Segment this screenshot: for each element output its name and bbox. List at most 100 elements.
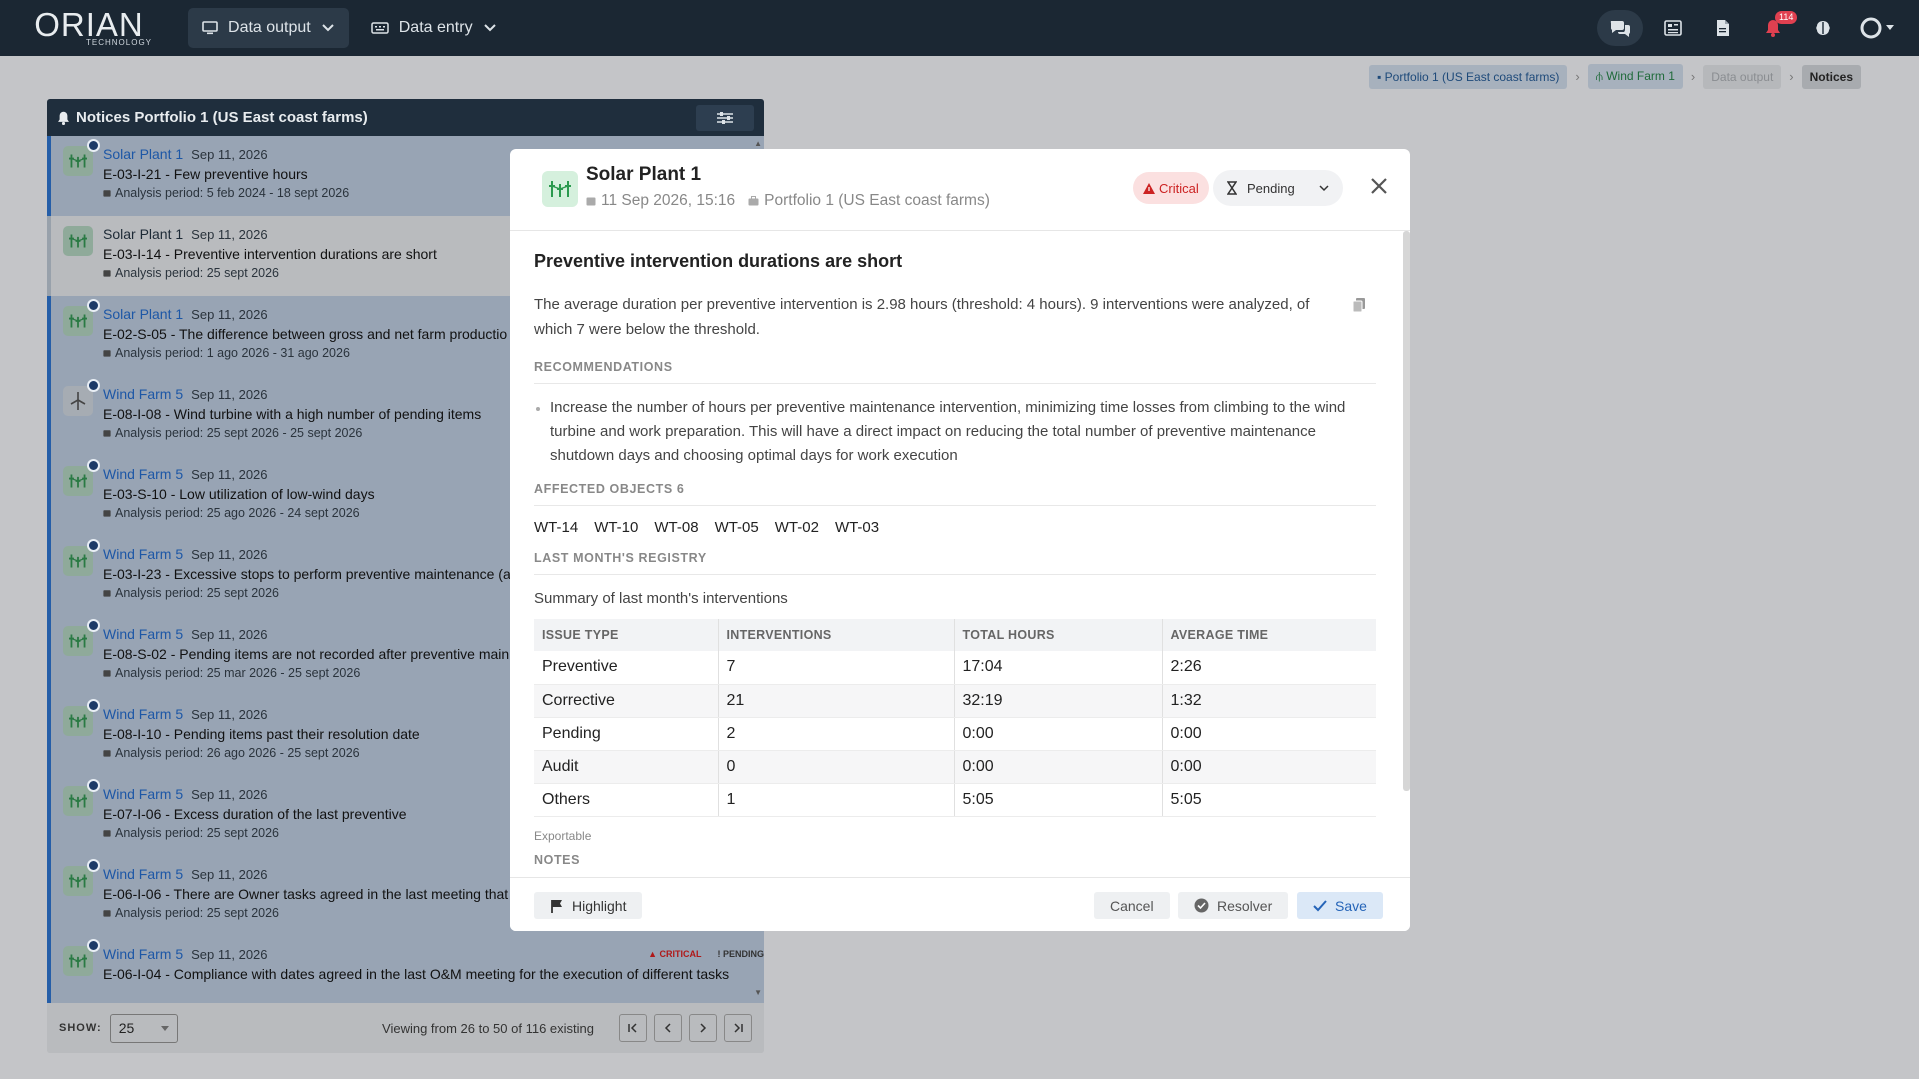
chevron-down-icon — [1319, 184, 1329, 191]
calendar-icon — [103, 909, 111, 917]
notice-asset-name[interactable]: Wind Farm 5 — [103, 546, 183, 562]
table-cell: Corrective — [534, 684, 719, 718]
table-cell: 0:00 — [954, 717, 1163, 751]
affected-objects-label: AFFECTED OBJECTS 6 — [534, 482, 1376, 506]
keyboard-icon — [371, 22, 389, 34]
unread-indicator — [87, 539, 100, 552]
affected-object-tag[interactable]: WT-02 — [775, 519, 819, 536]
notice-asset-name[interactable]: Wind Farm 5 — [103, 786, 183, 802]
calendar-icon — [103, 349, 111, 357]
affected-object-tag[interactable]: WT-08 — [654, 519, 698, 536]
copy-icon[interactable] — [1352, 297, 1366, 313]
table-cell: 1 — [718, 783, 955, 817]
report-icon[interactable] — [1653, 10, 1693, 46]
breadcrumb-wind-farm[interactable]: ⫛ Wind Farm 1 — [1587, 64, 1683, 89]
table-cell: Others — [534, 783, 719, 817]
notice-portfolio: Portfolio 1 (US East coast farms) — [764, 192, 990, 209]
breadcrumb-portfolio[interactable]: ▪ Portfolio 1 (US East coast farms) — [1369, 64, 1568, 89]
notice-asset-name[interactable]: Wind Farm 5 — [103, 466, 183, 482]
notice-date: Sep 11, 2026 — [191, 306, 268, 322]
calendar-icon — [103, 189, 111, 197]
notice-date: Sep 11, 2026 — [191, 466, 268, 482]
prev-page-button[interactable] — [654, 1014, 682, 1042]
first-page-button[interactable] — [619, 1014, 647, 1042]
solar-icon — [63, 226, 93, 256]
highlight-button[interactable]: Highlight — [534, 892, 643, 919]
table-cell: 21 — [718, 684, 955, 718]
cancel-button[interactable]: Cancel — [1094, 892, 1170, 919]
data-entry-menu[interactable]: Data entry — [357, 8, 511, 48]
close-icon — [1371, 178, 1387, 194]
calendar-icon — [103, 509, 111, 517]
unread-indicator — [87, 379, 100, 392]
modal-title: Solar Plant 1 — [586, 164, 702, 185]
notice-asset-name[interactable]: Wind Farm 5 — [103, 386, 183, 402]
panel-header: Notices Portfolio 1 (US East coast farms… — [47, 99, 764, 136]
chat-icon[interactable] — [1597, 10, 1643, 46]
notice-asset-name[interactable]: Wind Farm 5 — [103, 626, 183, 642]
bell-icon — [57, 111, 70, 125]
next-page-button[interactable] — [689, 1014, 717, 1042]
notification-count-badge: 114 — [1775, 11, 1798, 24]
table-cell: Preventive — [534, 651, 719, 685]
document-icon[interactable] — [1703, 10, 1743, 46]
resolver-button[interactable]: Resolver — [1178, 892, 1289, 919]
chevron-down-icon — [1886, 25, 1894, 30]
table-cell: 0 — [718, 750, 955, 784]
notice-asset-name[interactable]: Solar Plant 1 — [103, 306, 183, 322]
last-page-icon — [734, 1023, 743, 1033]
table-row: Others 1 5:05 5:05 — [534, 783, 1376, 817]
affected-object-tag[interactable]: WT-03 — [835, 519, 879, 536]
affected-object-tag[interactable]: WT-14 — [534, 519, 578, 536]
notice-detail-modal: Solar Plant 1 11 Sep 2026, 15:16 Portfol… — [510, 149, 1410, 931]
unread-indicator — [87, 859, 100, 872]
notice-date: Sep 11, 2026 — [191, 546, 268, 562]
user-avatar[interactable] — [1853, 10, 1901, 46]
viewing-range-text: Viewing from 26 to 50 of 116 existing — [382, 1020, 594, 1036]
data-entry-label: Data entry — [398, 19, 473, 36]
brain-icon[interactable] — [1803, 10, 1843, 46]
table-header-row: ISSUE TYPE INTERVENTIONS TOTAL HOURS AVERAG… — [534, 619, 1376, 651]
save-button[interactable]: Save — [1297, 892, 1383, 919]
filter-settings-button[interactable] — [696, 104, 754, 131]
recommendations-label: RECOMMENDATIONS — [534, 360, 1376, 384]
unread-indicator — [87, 699, 100, 712]
notice-asset-name[interactable]: Wind Farm 5 — [103, 706, 183, 722]
affected-object-tag[interactable]: WT-10 — [594, 519, 638, 536]
breadcrumb-data-output[interactable]: Data output — [1703, 64, 1782, 89]
notes-label: NOTES — [534, 852, 581, 867]
table-cell: Pending — [534, 717, 719, 751]
scroll-down-arrow[interactable]: ▼ — [754, 988, 762, 997]
table-row: Audit 0 0:00 0:00 — [534, 750, 1376, 784]
modal-scrollbar[interactable] — [1403, 231, 1410, 791]
status-dropdown[interactable]: Pending — [1213, 170, 1343, 206]
notice-date: Sep 11, 2026 — [191, 386, 268, 402]
notice-header-row: Wind Farm 5 Sep 11, 2026 ▲ CRITICAL ! PENDI… — [103, 944, 764, 964]
notice-asset-name[interactable]: Wind Farm 5 — [103, 866, 183, 882]
notice-asset-name[interactable]: Solar Plant 1 — [103, 146, 183, 162]
notice-date: Sep 11, 2026 — [191, 146, 268, 162]
data-output-menu[interactable]: Data output — [188, 8, 349, 48]
notice-asset-name[interactable]: Solar Plant 1 — [103, 226, 183, 242]
table-cell: 7 — [718, 651, 955, 685]
critical-tag: ▲ CRITICAL — [648, 949, 702, 959]
chevron-left-icon — [664, 1023, 671, 1033]
breadcrumb: ▪ Portfolio 1 (US East coast farms) › ⫛ … — [1369, 64, 1861, 89]
notice-asset-name[interactable]: Wind Farm 5 — [103, 946, 183, 962]
notice-date: Sep 11, 2026 — [191, 626, 268, 642]
check-circle-icon — [1194, 898, 1209, 913]
close-button[interactable] — [1370, 177, 1388, 195]
chevron-down-icon — [321, 23, 335, 33]
notifications-bell-icon[interactable]: 114 — [1753, 10, 1798, 46]
modal-body: Preventive intervention durations are sh… — [534, 251, 1376, 876]
unread-indicator — [87, 619, 100, 632]
affected-object-tag[interactable]: WT-05 — [715, 519, 759, 536]
scroll-up-arrow[interactable]: ▲ — [754, 139, 762, 148]
orian-logo[interactable]: ORIAN TECHNOLOGY — [26, 8, 152, 47]
table-cell: 2:26 — [1162, 651, 1376, 685]
table-row: Pending 2 0:00 0:00 — [534, 717, 1376, 751]
panel-title: Notices Portfolio 1 (US East coast farms… — [76, 109, 368, 126]
last-page-button[interactable] — [724, 1014, 752, 1042]
chevron-right-icon: › — [1690, 69, 1696, 84]
page-size-select[interactable]: 25 — [109, 1013, 178, 1043]
